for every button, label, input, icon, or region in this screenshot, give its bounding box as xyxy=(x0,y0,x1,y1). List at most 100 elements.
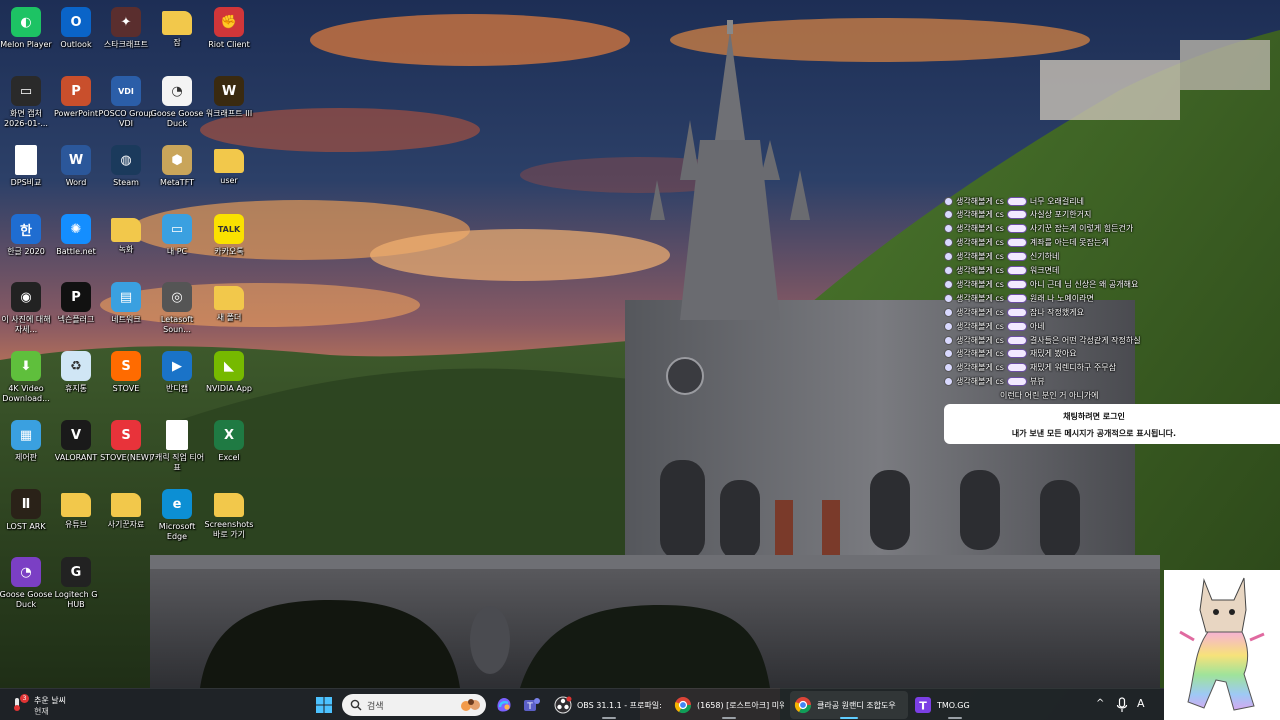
desktop-icon-metatft[interactable]: ⬢ MetaTFT xyxy=(151,141,203,207)
chat-username: 생각해볼게 cs xyxy=(956,252,1004,262)
screenshot-file-icon: ▭ xyxy=(11,76,41,106)
kakaotalk-icon: TALK xyxy=(214,214,244,244)
chat-subscriber-tag-icon xyxy=(1006,279,1027,289)
battlenet-icon: ✺ xyxy=(61,214,91,244)
posco-vdi-icon: VDI xyxy=(111,76,141,106)
copilot-icon[interactable] xyxy=(494,695,514,715)
show-hidden-icons-chevron-icon[interactable]: ^ xyxy=(1096,698,1104,709)
desktop-icon-nvidia-app[interactable]: ◣ NVIDIA App xyxy=(203,347,255,413)
chat-message-text: 재밌게 워렌디하구 주무삼 xyxy=(1029,363,1116,373)
chat-subscriber-tag-icon xyxy=(1006,252,1027,262)
desktop-icon-posco-vdi[interactable]: VDI POSCO Group VDI xyxy=(99,72,153,138)
bandicam-icon: ▶ xyxy=(162,351,192,381)
desktop-icon-label: 녹화 xyxy=(118,245,134,254)
control-panel-icon: ▦ xyxy=(11,420,41,450)
chat-subscriber-tag-icon xyxy=(1006,266,1027,275)
starcraft-icon: ✦ xyxy=(111,7,141,37)
desktop-icon-logitech-g-hub[interactable]: G Logitech G HUB xyxy=(50,553,102,619)
chat-user-badge-icon xyxy=(944,321,953,331)
desktop-icon-control-panel[interactable]: ▦ 제어판 xyxy=(0,416,52,482)
desktop-icon-this-pc[interactable]: ▭ 내 PC xyxy=(151,210,203,276)
desktop-icon-4k-video-downloader[interactable]: ⬇ 4K Video Download... xyxy=(0,347,52,413)
teams-icon[interactable]: T xyxy=(522,695,542,715)
taskbar-app-chrome-lostark[interactable]: (1658) [로스트아크] 미워 xyxy=(670,691,788,719)
chat-subscriber-tag-icon xyxy=(1006,307,1027,317)
desktop-icon-goose-goose-duck-purple[interactable]: ◔ Goose Goose Duck xyxy=(0,553,52,619)
desktop-icon-screenshot-file[interactable]: ▭ 화면 캡처 2026-01-... xyxy=(0,72,52,138)
desktop-icon-label: 내 PC xyxy=(166,247,188,256)
desktop-icon-folder[interactable]: 녹화 xyxy=(100,210,152,276)
desktop-icon-document[interactable]: DPS비교 xyxy=(0,141,52,207)
svg-text:T: T xyxy=(526,702,533,712)
desktop-icon-learn-about-picture[interactable]: ◉ 이 사진에 대해 자세... xyxy=(0,278,52,344)
desktop-icon-battlenet[interactable]: ✺ Battle.net xyxy=(50,210,102,276)
desktop-icon-label: PowerPoint xyxy=(53,109,99,118)
desktop-icon-word[interactable]: W Word xyxy=(50,141,102,207)
desktop-icon-folder[interactable]: user xyxy=(203,141,255,207)
desktop-icon-folder[interactable]: 유튜브 xyxy=(50,485,102,551)
chat-username: 생각해볼게 cs xyxy=(956,321,1004,331)
chat-user-badge-icon xyxy=(944,224,953,234)
desktop-icon-bandicam[interactable]: ▶ 반디캠 xyxy=(151,347,203,413)
desktop-icon-label: Logitech G HUB xyxy=(54,590,98,609)
desktop-icon-folder[interactable]: 잠 xyxy=(151,3,203,69)
desktop-icon-speaker[interactable]: ◎ Letasoft Soun... xyxy=(151,278,203,344)
weather-widget[interactable]: 3 추운 날씨 현재 xyxy=(8,692,98,718)
desktop-icon-outlook[interactable]: O Outlook xyxy=(50,3,102,69)
chat-message-text: 아니 근데 님 신상은 왜 공개해요 xyxy=(1029,279,1139,289)
desktop-icon-goose-goose-duck[interactable]: ◔ Goose Goose Duck xyxy=(151,72,203,138)
desktop-icon-stove[interactable]: S STOVE xyxy=(100,347,152,413)
stove-new-icon: S xyxy=(111,420,141,450)
weather-alert-badge: 3 xyxy=(20,694,29,703)
chat-message: 생각해볼게 cs 원래 나 노예이라면 xyxy=(944,291,1094,305)
input-language-indicator[interactable]: A xyxy=(1137,697,1145,710)
desktop-icon-hangul[interactable]: 한 한글 2020 xyxy=(0,210,52,276)
taskbar-app-obs[interactable]: OBS 31.1.1 - 프로파일: 제 xyxy=(550,691,668,719)
desktop-icon-excel[interactable]: X Excel xyxy=(203,416,255,482)
start-button[interactable] xyxy=(314,695,334,715)
desktop-icon-stove-new[interactable]: S STOVE(NEW) xyxy=(100,416,152,482)
desktop-icon-folder[interactable]: 사기꾼자료 xyxy=(100,485,152,551)
desktop-icon-riot-client[interactable]: ✊ Riot Client xyxy=(203,3,255,69)
desktop-icon-label: LOST ARK xyxy=(6,522,46,531)
desktop-icon-label: Microsoft Edge xyxy=(158,522,196,541)
steam-icon: ◍ xyxy=(111,145,141,175)
chat-user-badge-icon xyxy=(944,307,953,317)
chat-subscriber-tag-icon xyxy=(1006,293,1027,303)
chat-subscriber-tag-icon xyxy=(1006,377,1027,387)
microphone-icon[interactable] xyxy=(1116,697,1128,713)
chat-user-badge-icon xyxy=(944,377,953,387)
desktop-icon-label: 사기꾼자료 xyxy=(107,520,145,529)
desktop-icon-edge[interactable]: e Microsoft Edge xyxy=(151,485,203,551)
desktop-icon-screenshots-shortcut[interactable]: Screenshots 바로 가기 xyxy=(203,485,255,551)
desktop-icon-network[interactable]: ▤ 네트워크 xyxy=(100,278,152,344)
chat-username: 생각해볼게 cs xyxy=(956,224,1004,234)
speaker-icon: ◎ xyxy=(162,282,192,312)
cat-sticker-image xyxy=(1164,570,1280,720)
taskbar-search[interactable]: 검색 xyxy=(342,694,486,716)
taskbar-app-tmo[interactable]: T TMO.GG xyxy=(910,691,1000,719)
desktop-icon-lost-ark[interactable]: Ⅱ LOST ARK xyxy=(0,485,52,551)
chat-message: 생각해볼게 cs 아네 xyxy=(944,319,1045,333)
desktop-icon-nexon-plug[interactable]: P 넥슨플러그 xyxy=(50,278,102,344)
desktop-icon-warcraft-iii[interactable]: W 워크래프트 III xyxy=(203,72,255,138)
desktop-icon-valorant[interactable]: V VALORANT xyxy=(50,416,102,482)
desktop-icon-folder[interactable]: 새 폴더 xyxy=(203,278,255,344)
desktop-icon-steam[interactable]: ◍ Steam xyxy=(100,141,152,207)
chat-subscriber-tag-icon xyxy=(1006,321,1027,331)
desktop-icon-kakaotalk[interactable]: TALK 카카오톡 xyxy=(203,210,255,276)
taskbar-app-chrome-active[interactable]: 클라공 원랜디 조합도우 xyxy=(790,691,908,719)
chat-subscriber-tag-icon xyxy=(1006,349,1027,359)
desktop-icon-document[interactable]: 7캐릭 직업 티어표 xyxy=(150,416,204,482)
desktop-icon-recycle-bin[interactable]: ♻ 휴지통 xyxy=(50,347,102,413)
weather-time: 현재 xyxy=(34,707,49,716)
goose-goose-duck-purple-icon: ◔ xyxy=(11,557,41,587)
outlook-icon: O xyxy=(61,7,91,37)
chat-login-notice[interactable]: 채팅하려면 로그인 내가 보낸 모든 메시지가 공개적으로 표시됩니다. xyxy=(944,404,1280,444)
desktop-icon-melon-player[interactable]: ◐ Melon Player xyxy=(0,3,52,69)
desktop-icon-powerpoint[interactable]: P PowerPoint xyxy=(50,72,102,138)
desktop-icon-starcraft[interactable]: ✦ 스타크래프트 xyxy=(100,3,152,69)
warcraft-iii-icon: W xyxy=(214,76,244,106)
word-icon: W xyxy=(61,145,91,175)
chat-message: 생각해볼게 cs 재밌게 워렌디하구 주무삼 xyxy=(944,361,1116,375)
